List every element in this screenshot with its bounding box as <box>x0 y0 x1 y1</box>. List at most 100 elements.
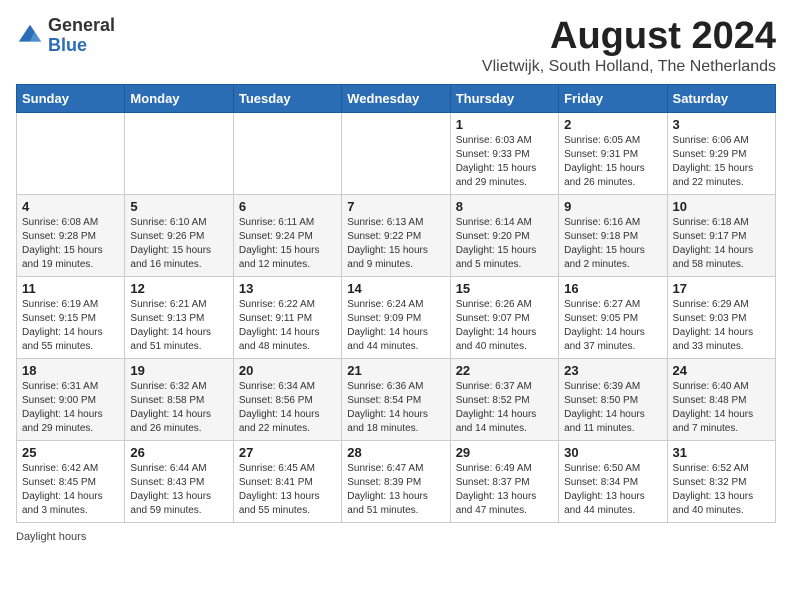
calendar-cell: 18 Sunrise: 6:31 AM Sunset: 9:00 PM Dayli… <box>17 358 125 440</box>
calendar-cell <box>17 112 125 194</box>
calendar-cell: 21 Sunrise: 6:36 AM Sunset: 8:54 PM Dayli… <box>342 358 450 440</box>
day-number: 26 <box>130 445 227 460</box>
day-info: Sunrise: 6:34 AM Sunset: 8:56 PM Dayligh… <box>239 380 336 436</box>
day-info: Sunrise: 6:44 AM Sunset: 8:43 PM Dayligh… <box>130 462 227 518</box>
calendar-cell: 29 Sunrise: 6:49 AM Sunset: 8:37 PM Dayli… <box>450 440 558 522</box>
header-day-wednesday: Wednesday <box>342 84 450 112</box>
day-number: 29 <box>456 445 553 460</box>
day-info: Sunrise: 6:11 AM Sunset: 9:24 PM Dayligh… <box>239 216 336 272</box>
calendar-cell: 14 Sunrise: 6:24 AM Sunset: 9:09 PM Dayli… <box>342 276 450 358</box>
calendar-cell: 31 Sunrise: 6:52 AM Sunset: 8:32 PM Dayli… <box>667 440 775 522</box>
calendar-cell: 11 Sunrise: 6:19 AM Sunset: 9:15 PM Dayli… <box>17 276 125 358</box>
week-row-2: 11 Sunrise: 6:19 AM Sunset: 9:15 PM Dayli… <box>17 276 776 358</box>
day-info: Sunrise: 6:47 AM Sunset: 8:39 PM Dayligh… <box>347 462 444 518</box>
calendar-cell: 15 Sunrise: 6:26 AM Sunset: 9:07 PM Dayli… <box>450 276 558 358</box>
calendar-table: SundayMondayTuesdayWednesdayThursdayFrid… <box>16 84 776 523</box>
day-info: Sunrise: 6:39 AM Sunset: 8:50 PM Dayligh… <box>564 380 661 436</box>
day-number: 1 <box>456 117 553 132</box>
day-info: Sunrise: 6:49 AM Sunset: 8:37 PM Dayligh… <box>456 462 553 518</box>
calendar-cell: 17Sunrise: 6:29 AM Sunset: 9:03 PM Dayli… <box>667 276 775 358</box>
day-number: 30 <box>564 445 661 460</box>
calendar-cell: 10 Sunrise: 6:18 AM Sunset: 9:17 PM Dayli… <box>667 194 775 276</box>
logo-general: General <box>48 16 115 36</box>
calendar-cell: 25 Sunrise: 6:42 AM Sunset: 8:45 PM Dayli… <box>17 440 125 522</box>
footer: Daylight hours <box>16 531 776 543</box>
day-info: Sunrise: 6:26 AM Sunset: 9:07 PM Dayligh… <box>456 298 553 354</box>
day-info: Sunrise: 6:03 AM Sunset: 9:33 PM Dayligh… <box>456 134 553 190</box>
logo-icon <box>16 22 44 50</box>
calendar-cell: 12 Sunrise: 6:21 AM Sunset: 9:13 PM Dayli… <box>125 276 233 358</box>
header-day-tuesday: Tuesday <box>233 84 341 112</box>
week-row-0: 1 Sunrise: 6:03 AM Sunset: 9:33 PM Daylig… <box>17 112 776 194</box>
day-info: Sunrise: 6:36 AM Sunset: 8:54 PM Dayligh… <box>347 380 444 436</box>
day-number: 14 <box>347 281 444 296</box>
day-number: 24 <box>673 363 770 378</box>
day-number: 10 <box>673 199 770 214</box>
day-info: Sunrise: 6:21 AM Sunset: 9:13 PM Dayligh… <box>130 298 227 354</box>
title-location: Vlietwijk, South Holland, The Netherland… <box>482 58 776 76</box>
calendar-cell: 23 Sunrise: 6:39 AM Sunset: 8:50 PM Dayli… <box>559 358 667 440</box>
calendar-cell <box>233 112 341 194</box>
calendar-cell: 27 Sunrise: 6:45 AM Sunset: 8:41 PM Dayli… <box>233 440 341 522</box>
day-number: 15 <box>456 281 553 296</box>
day-number: 25 <box>22 445 119 460</box>
day-number: 13 <box>239 281 336 296</box>
day-info: Sunrise: 6:31 AM Sunset: 9:00 PM Dayligh… <box>22 380 119 436</box>
day-number: 17 <box>673 281 770 296</box>
day-number: 21 <box>347 363 444 378</box>
day-info: Sunrise: 6:50 AM Sunset: 8:34 PM Dayligh… <box>564 462 661 518</box>
day-number: 3 <box>673 117 770 132</box>
title-block: August 2024 Vlietwijk, South Holland, Th… <box>482 16 776 76</box>
calendar-cell: 24Sunrise: 6:40 AM Sunset: 8:48 PM Dayli… <box>667 358 775 440</box>
day-number: 2 <box>564 117 661 132</box>
logo-text: General Blue <box>48 16 115 56</box>
day-info: Sunrise: 6:18 AM Sunset: 9:17 PM Dayligh… <box>673 216 770 272</box>
calendar-cell: 3 Sunrise: 6:06 AM Sunset: 9:29 PM Daylig… <box>667 112 775 194</box>
calendar-cell: 30 Sunrise: 6:50 AM Sunset: 8:34 PM Dayli… <box>559 440 667 522</box>
day-number: 22 <box>456 363 553 378</box>
day-number: 23 <box>564 363 661 378</box>
calendar-cell: 26 Sunrise: 6:44 AM Sunset: 8:43 PM Dayli… <box>125 440 233 522</box>
day-number: 5 <box>130 199 227 214</box>
calendar-cell: 1 Sunrise: 6:03 AM Sunset: 9:33 PM Daylig… <box>450 112 558 194</box>
day-number: 19 <box>130 363 227 378</box>
logo: General Blue <box>16 16 115 56</box>
header-day-thursday: Thursday <box>450 84 558 112</box>
day-info: Sunrise: 6:19 AM Sunset: 9:15 PM Dayligh… <box>22 298 119 354</box>
calendar-cell: 19 Sunrise: 6:32 AM Sunset: 8:58 PM Dayli… <box>125 358 233 440</box>
day-number: 31 <box>673 445 770 460</box>
day-info: Sunrise: 6:22 AM Sunset: 9:11 PM Dayligh… <box>239 298 336 354</box>
day-number: 12 <box>130 281 227 296</box>
day-info: Sunrise: 6:06 AM Sunset: 9:29 PM Dayligh… <box>673 134 770 190</box>
logo-blue: Blue <box>48 36 115 56</box>
title-month: August 2024 <box>482 16 776 58</box>
calendar-cell: 20 Sunrise: 6:34 AM Sunset: 8:56 PM Dayli… <box>233 358 341 440</box>
calendar-cell: 2Sunrise: 6:05 AM Sunset: 9:31 PM Daylig… <box>559 112 667 194</box>
day-number: 11 <box>22 281 119 296</box>
week-row-1: 4Sunrise: 6:08 AM Sunset: 9:28 PM Daylig… <box>17 194 776 276</box>
calendar-cell: 13 Sunrise: 6:22 AM Sunset: 9:11 PM Dayli… <box>233 276 341 358</box>
day-number: 20 <box>239 363 336 378</box>
day-info: Sunrise: 6:52 AM Sunset: 8:32 PM Dayligh… <box>673 462 770 518</box>
day-info: Sunrise: 6:42 AM Sunset: 8:45 PM Dayligh… <box>22 462 119 518</box>
header-day-monday: Monday <box>125 84 233 112</box>
day-info: Sunrise: 6:13 AM Sunset: 9:22 PM Dayligh… <box>347 216 444 272</box>
day-number: 28 <box>347 445 444 460</box>
day-info: Sunrise: 6:32 AM Sunset: 8:58 PM Dayligh… <box>130 380 227 436</box>
calendar-cell: 28 Sunrise: 6:47 AM Sunset: 8:39 PM Dayli… <box>342 440 450 522</box>
header-day-friday: Friday <box>559 84 667 112</box>
day-info: Sunrise: 6:45 AM Sunset: 8:41 PM Dayligh… <box>239 462 336 518</box>
calendar-cell: 7Sunrise: 6:13 AM Sunset: 9:22 PM Daylig… <box>342 194 450 276</box>
header-row: SundayMondayTuesdayWednesdayThursdayFrid… <box>17 84 776 112</box>
calendar-cell: 5Sunrise: 6:10 AM Sunset: 9:26 PM Daylig… <box>125 194 233 276</box>
day-number: 27 <box>239 445 336 460</box>
calendar-cell: 9Sunrise: 6:16 AM Sunset: 9:18 PM Daylig… <box>559 194 667 276</box>
day-info: Sunrise: 6:37 AM Sunset: 8:52 PM Dayligh… <box>456 380 553 436</box>
calendar-cell <box>125 112 233 194</box>
calendar-cell: 22 Sunrise: 6:37 AM Sunset: 8:52 PM Dayli… <box>450 358 558 440</box>
day-number: 8 <box>456 199 553 214</box>
day-number: 18 <box>22 363 119 378</box>
header-day-saturday: Saturday <box>667 84 775 112</box>
calendar-cell: 16Sunrise: 6:27 AM Sunset: 9:05 PM Dayli… <box>559 276 667 358</box>
day-info: Sunrise: 6:24 AM Sunset: 9:09 PM Dayligh… <box>347 298 444 354</box>
